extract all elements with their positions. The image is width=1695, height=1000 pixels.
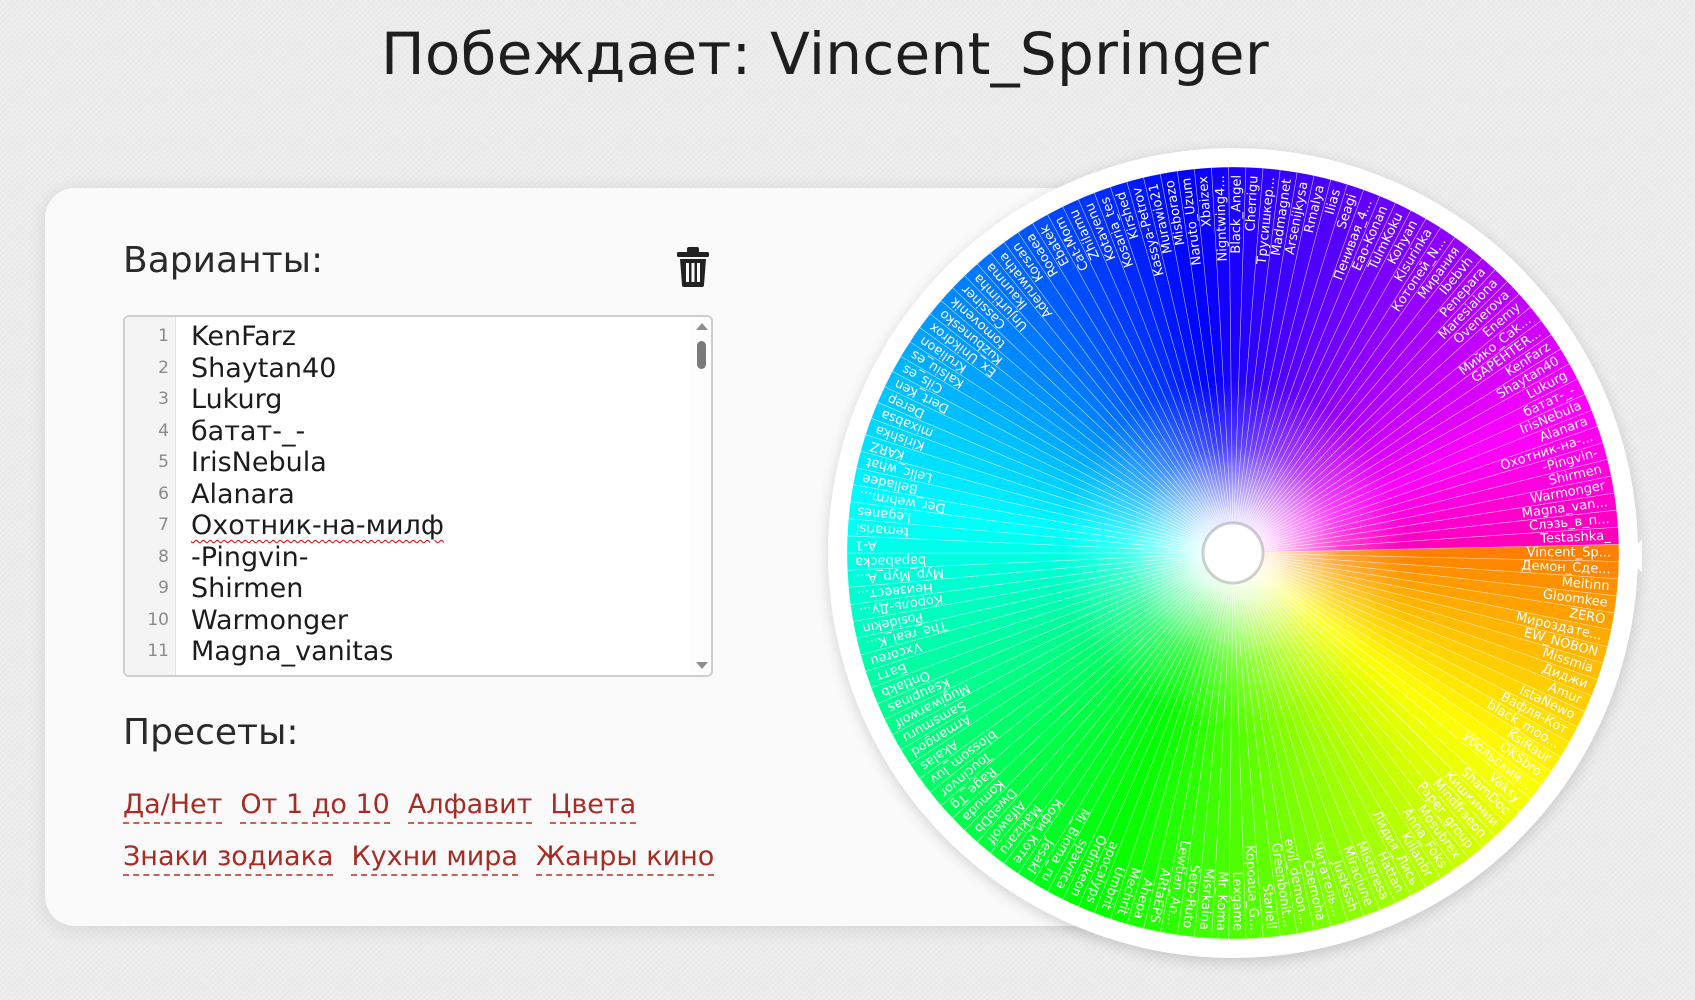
preset-link[interactable]: Цвета [550,788,637,824]
line-number: 9 [158,578,169,598]
variant-line[interactable]: 1 KenFarz [125,321,685,353]
line-number: 2 [158,357,169,378]
wheel-label: bapabacka [855,552,926,569]
line-number: 7 [158,515,169,535]
line-number: 11 [147,641,169,661]
wheel-label: A-1 [855,537,877,552]
winner-title: Побеждает: Vincent_Springer [380,20,1270,88]
preset-link[interactable]: От 1 до 10 [240,788,390,824]
variant-text[interactable]: Magna_vanitas [191,636,393,668]
variants-lines[interactable]: 1 KenFarz 2 Shaytan40 3 Lukurg 4 батат-_- 5 IrisN… [125,321,685,668]
line-number: 8 [158,546,169,567]
variant-text[interactable]: Охотник-на-милф [191,510,444,542]
preset-link[interactable]: Знаки зодиака [123,840,334,876]
presets-list: Да/Нет От 1 до 10 Алфавит Цвета Знаки зодиа… [123,788,743,892]
variant-text[interactable]: -Pingvin- [191,542,309,574]
presets-row: Да/Нет От 1 до 10 Алфавит Цвета [123,788,743,840]
variant-line[interactable]: 10 Warmonger [125,605,685,637]
wheel-label: Testashka_ [1539,529,1611,547]
preset-link[interactable]: Алфавит [407,788,533,824]
line-number: 1 [158,326,169,346]
line-number: 5 [158,452,169,472]
variant-line[interactable]: 6 Alanara [125,479,685,511]
variant-line[interactable]: 9 Shirmen [125,573,685,605]
variant-line[interactable]: 3 Lukurg [125,384,685,416]
variants-editor[interactable]: 1 KenFarz 2 Shaytan40 3 Lukurg 4 батат-_- 5 IrisN… [123,315,713,677]
preset-link[interactable]: Кухни мира [351,840,518,876]
editor-scrollbar[interactable] [691,317,711,675]
preset-link[interactable]: Жанры кино [535,840,715,876]
scroll-down-icon[interactable] [696,662,708,669]
wheel-hub[interactable] [1201,521,1265,585]
variant-line[interactable]: 11 Magna_vanitas [125,636,685,668]
line-number: 4 [158,420,169,441]
variant-line[interactable]: 7 Охотник-на-милф [125,510,685,542]
variant-text[interactable]: Alanara [191,479,295,511]
variant-line[interactable]: 2 Shaytan40 [125,353,685,385]
variant-text[interactable]: Shirmen [191,573,303,605]
wheel-label: Black_Angel [1229,175,1245,254]
variant-text[interactable]: KenFarz [191,321,296,353]
wheel-pointer-icon [1622,540,1642,572]
wheel-graphic[interactable]: KenFarzShaytan40Lukurgбатат-_-IrisNebula… [828,148,1638,958]
variant-text[interactable]: Shaytan40 [191,353,336,385]
variant-line[interactable]: 8 -Pingvin- [125,542,685,574]
variant-text[interactable]: Lukurg [191,384,282,416]
presets-row: Знаки зодиака Кухни мира Жанры кино [123,840,743,892]
variant-line[interactable]: 4 батат-_- [125,416,685,448]
wheel-label: Lexgame [1229,872,1245,932]
variant-text[interactable]: IrisNebula [191,447,327,479]
line-number: 10 [147,609,169,630]
scroll-up-icon[interactable] [696,323,708,330]
variant-line[interactable]: 5 IrisNebula [125,447,685,479]
variants-label: Варианты: [123,240,324,281]
variant-text[interactable]: Warmonger [191,605,348,637]
line-number: 3 [158,389,169,409]
scroll-thumb[interactable] [697,341,706,369]
line-number: 6 [158,483,169,504]
trash-icon[interactable] [673,244,713,288]
variant-text[interactable]: батат-_- [191,416,305,448]
preset-link[interactable]: Да/Нет [123,788,223,824]
fortune-wheel[interactable]: KenFarz Shaytan40 Lukurg батат-_- IrisNebula… [828,148,1638,958]
presets-label: Пресеты: [123,712,299,753]
